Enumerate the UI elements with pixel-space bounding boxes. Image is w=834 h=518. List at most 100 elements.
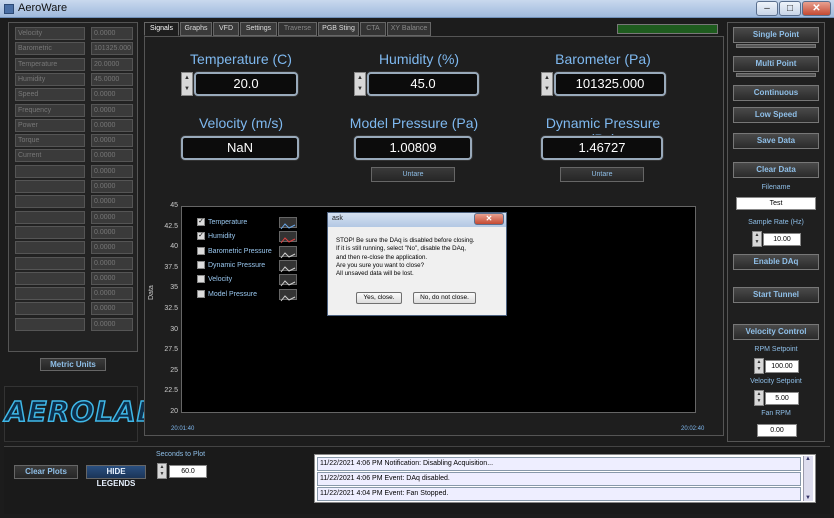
left-readouts-panel: Velocity 0.0000 Barometric 101325.000 Temper… <box>8 22 138 352</box>
dialog-line: Are you sure you want to close? <box>336 261 425 269</box>
clear-data-button[interactable]: Clear Data <box>733 162 819 178</box>
legend-checkbox[interactable]: ✓ <box>197 218 205 226</box>
readout-value: 0.0000 <box>91 134 133 148</box>
multi-point-button[interactable]: Multi Point <box>733 56 819 77</box>
readout-name: Humidity <box>15 72 85 86</box>
log-entry: 11/22/2021 4:06 PM Notification: Disabli… <box>317 457 801 471</box>
readout-value: 0.0000 <box>91 256 133 270</box>
tab-6[interactable]: CTA <box>360 22 386 36</box>
clear-plots-button[interactable]: Clear Plots <box>14 465 78 479</box>
legend-checkbox[interactable] <box>197 289 205 298</box>
filename-input[interactable]: Test <box>736 197 816 210</box>
readout-name: Frequency <box>15 103 85 117</box>
velocity-control-button[interactable]: Velocity Control <box>733 324 819 340</box>
readout-row: Speed 0.0000 <box>15 88 133 102</box>
readout-row: 0.0000 <box>15 256 133 270</box>
x-tick-end: 20:02:40 <box>681 426 705 432</box>
low-speed-button[interactable]: Low Speed <box>733 107 819 123</box>
log-scrollbar[interactable]: ▲ ▼ <box>803 456 813 501</box>
model-pressure-value: 1.00809 <box>354 136 472 160</box>
seconds-to-plot-input[interactable]: 60.0 <box>169 465 207 478</box>
tab-0[interactable]: Signals <box>144 22 179 36</box>
dialog-line: All unsaved data will be lost. <box>336 270 414 278</box>
legend-label: Dynamic Pressure <box>208 261 266 269</box>
hide-legends-button[interactable]: HIDE LEGENDS <box>86 465 146 488</box>
legend-checkbox[interactable] <box>197 246 205 255</box>
barometer-spinner[interactable]: ▲ ▼ <box>541 72 553 96</box>
single-point-button[interactable]: Single Point <box>733 27 819 48</box>
readout-row: Power 0.0000 <box>15 118 133 132</box>
readout-name: Torque <box>15 134 85 148</box>
yes-close-button[interactable]: Yes, close. <box>356 292 402 304</box>
continuous-button[interactable]: Continuous <box>733 85 819 101</box>
legend-checkbox[interactable] <box>197 260 205 269</box>
filename-label: Filename <box>761 184 791 191</box>
readout-value: 0.0000 <box>91 103 133 117</box>
fan-rpm-label: Fan RPM <box>761 410 791 417</box>
app-window: AeroWare – □ ✕ Velocity 0.0000 Barometric 1… <box>0 0 834 518</box>
seconds-to-plot-spinner[interactable]: ▲ ▼ <box>157 463 167 479</box>
legend-plot-style[interactable] <box>279 245 297 258</box>
legend-label: Temperature <box>208 219 248 226</box>
legend-plot-style[interactable] <box>279 259 297 273</box>
dialog-close-button[interactable]: ✕ <box>474 213 504 225</box>
sample-rate-input[interactable]: 10.00 <box>763 233 801 246</box>
no-close-button[interactable]: No, do not close. <box>413 292 476 304</box>
legend-line-swatch <box>280 280 296 287</box>
temperature-label: Temperature (C) <box>190 51 292 67</box>
legend-plot-style[interactable] <box>279 274 297 287</box>
rpm-setpoint-input[interactable]: 100.00 <box>765 360 799 373</box>
readout-row: 0.0000 <box>15 195 133 209</box>
tab-3[interactable]: Settings <box>240 22 277 36</box>
legend-plot-style[interactable] <box>279 231 297 244</box>
sample-rate-label: Sample Rate (Hz) <box>748 219 804 226</box>
y-tick-label: 32.5 <box>164 305 178 312</box>
status-indicator <box>617 24 718 34</box>
y-tick-label: 42.5 <box>164 222 178 230</box>
legend-plot-style[interactable] <box>279 288 297 301</box>
readout-row: 0.0000 <box>15 180 133 193</box>
readout-value: 0.0000 <box>91 118 133 132</box>
humidity-value[interactable]: 45.0 <box>367 72 479 96</box>
legend-checkbox[interactable] <box>197 275 205 284</box>
start-tunnel-button[interactable]: Start Tunnel <box>733 287 819 303</box>
velocity-setpoint-spinner[interactable]: ▲ ▼ <box>754 390 764 406</box>
readout-name <box>15 317 85 331</box>
tab-4[interactable]: Traverse <box>278 22 317 36</box>
aerolab-logo: AEROLAB <box>4 394 160 429</box>
multi-point-label: Multi Point <box>755 59 797 68</box>
tab-5[interactable]: PGB Sting <box>318 22 359 36</box>
velocity-setpoint-input[interactable]: 5.00 <box>765 392 799 405</box>
tab-7[interactable]: XY Balance <box>387 22 431 36</box>
legend-plot-style[interactable] <box>279 217 297 230</box>
sample-rate-spinner[interactable]: ▲ ▼ <box>752 231 762 247</box>
readout-value: 0.0000 <box>91 180 133 193</box>
temperature-spinner[interactable]: ▲ ▼ <box>181 72 193 96</box>
logo-area: AEROLAB <box>4 386 160 442</box>
readout-name <box>15 302 85 316</box>
humidity-spinner[interactable]: ▲ ▼ <box>354 72 366 96</box>
maximize-button[interactable]: □ <box>779 1 801 16</box>
tab-2[interactable]: VFD <box>213 22 239 36</box>
save-data-button[interactable]: Save Data <box>733 133 819 149</box>
fan-rpm-value: 0.00 <box>757 424 797 437</box>
temperature-value[interactable]: 20.0 <box>194 72 298 96</box>
untare-dynamic-button[interactable]: Untare <box>560 167 644 182</box>
minimize-button[interactable]: – <box>756 1 778 16</box>
barometer-value[interactable]: 101325.000 <box>554 72 666 96</box>
model-pressure-label: Model Pressure (Pa) <box>349 115 479 131</box>
x-tick-start: 20:01:40 <box>171 426 195 432</box>
y-tick-label: 20 <box>170 408 178 415</box>
legend-checkbox[interactable]: ✓ <box>197 232 205 241</box>
readout-value: 0.0000 <box>91 164 133 178</box>
y-tick-label: 45 <box>170 202 178 209</box>
rpm-setpoint-spinner[interactable]: ▲ ▼ <box>754 358 764 374</box>
metric-units-button[interactable]: Metric Units <box>40 358 106 371</box>
window-title: AeroWare <box>18 2 68 14</box>
close-button[interactable]: ✕ <box>802 1 831 16</box>
event-log[interactable]: 11/22/2021 4:06 PM Notification: Disabli… <box>314 454 816 503</box>
y-axis-label: Data <box>148 285 155 300</box>
tab-1[interactable]: Graphs <box>180 22 212 36</box>
enable-daq-button[interactable]: Enable DAq <box>733 254 819 270</box>
untare-model-button[interactable]: Untare <box>371 167 455 182</box>
